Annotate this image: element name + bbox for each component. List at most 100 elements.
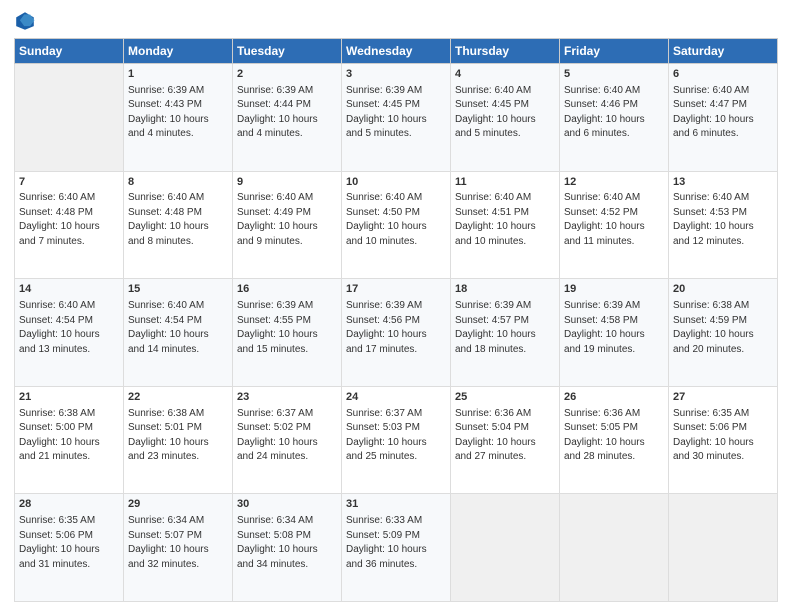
day-info: Sunrise: 6:35 AMSunset: 5:06 PMDaylight:… (19, 515, 100, 570)
day-number: 20 (673, 282, 773, 297)
calendar-page: SundayMondayTuesdayWednesdayThursdayFrid… (0, 0, 792, 612)
day-number: 3 (346, 67, 446, 82)
day-number: 8 (128, 175, 228, 190)
day-info: Sunrise: 6:40 AMSunset: 4:48 PMDaylight:… (19, 192, 100, 247)
day-cell: 26 Sunrise: 6:36 AMSunset: 5:05 PMDayligh… (560, 386, 669, 494)
day-number: 25 (455, 390, 555, 405)
day-cell: 21 Sunrise: 6:38 AMSunset: 5:00 PMDayligh… (15, 386, 124, 494)
calendar-table: SundayMondayTuesdayWednesdayThursdayFrid… (14, 38, 778, 602)
day-cell (669, 494, 778, 602)
col-header-tuesday: Tuesday (233, 39, 342, 64)
col-header-saturday: Saturday (669, 39, 778, 64)
day-cell: 12Sunrise: 6:40 AMSunset: 4:52 PMDayligh… (560, 171, 669, 279)
day-number: 27 (673, 390, 773, 405)
day-cell: 20 Sunrise: 6:38 AMSunset: 4:59 PMDayligh… (669, 279, 778, 387)
day-number: 7 (19, 175, 119, 190)
day-number: 5 (564, 67, 664, 82)
day-info: Sunrise: 6:35 AMSunset: 5:06 PMDaylight:… (673, 408, 754, 463)
day-info: Sunrise: 6:34 AMSunset: 5:08 PMDaylight:… (237, 515, 318, 570)
day-cell: 22Sunrise: 6:38 AMSunset: 5:01 PMDayligh… (124, 386, 233, 494)
day-number: 24 (346, 390, 446, 405)
day-number: 30 (237, 497, 337, 512)
week-row-2: 14Sunrise: 6:40 AMSunset: 4:54 PMDayligh… (15, 279, 778, 387)
day-info: Sunrise: 6:34 AMSunset: 5:07 PMDaylight:… (128, 515, 209, 570)
day-number: 16 (237, 282, 337, 297)
day-cell: 5 Sunrise: 6:40 AMSunset: 4:46 PMDaylight… (560, 64, 669, 172)
day-cell (560, 494, 669, 602)
day-cell (15, 64, 124, 172)
day-info: Sunrise: 6:40 AMSunset: 4:49 PMDaylight:… (237, 192, 318, 247)
day-number: 12 (564, 175, 664, 190)
day-cell: 19 Sunrise: 6:39 AMSunset: 4:58 PMDayligh… (560, 279, 669, 387)
day-cell: 4 Sunrise: 6:40 AMSunset: 4:45 PMDaylight… (451, 64, 560, 172)
day-cell: 2 Sunrise: 6:39 AMSunset: 4:44 PMDaylight… (233, 64, 342, 172)
header (14, 10, 778, 32)
day-cell: 10 Sunrise: 6:40 AMSunset: 4:50 PMDayligh… (342, 171, 451, 279)
day-info: Sunrise: 6:37 AMSunset: 5:03 PMDaylight:… (346, 408, 427, 463)
day-info: Sunrise: 6:38 AMSunset: 5:01 PMDaylight:… (128, 408, 209, 463)
day-cell: 29 Sunrise: 6:34 AMSunset: 5:07 PMDayligh… (124, 494, 233, 602)
day-info: Sunrise: 6:40 AMSunset: 4:53 PMDaylight:… (673, 192, 754, 247)
day-info: Sunrise: 6:39 AMSunset: 4:57 PMDaylight:… (455, 300, 536, 355)
day-info: Sunrise: 6:36 AMSunset: 5:04 PMDaylight:… (455, 408, 536, 463)
day-info: Sunrise: 6:38 AMSunset: 4:59 PMDaylight:… (673, 300, 754, 355)
day-number: 11 (455, 175, 555, 190)
day-number: 4 (455, 67, 555, 82)
day-number: 29 (128, 497, 228, 512)
day-number: 15 (128, 282, 228, 297)
week-row-0: 1 Sunrise: 6:39 AMSunset: 4:43 PMDaylight… (15, 64, 778, 172)
day-info: Sunrise: 6:40 AMSunset: 4:50 PMDaylight:… (346, 192, 427, 247)
day-number: 23 (237, 390, 337, 405)
day-number: 26 (564, 390, 664, 405)
day-number: 13 (673, 175, 773, 190)
day-info: Sunrise: 6:40 AMSunset: 4:48 PMDaylight:… (128, 192, 209, 247)
day-cell: 27 Sunrise: 6:35 AMSunset: 5:06 PMDayligh… (669, 386, 778, 494)
day-info: Sunrise: 6:40 AMSunset: 4:46 PMDaylight:… (564, 85, 645, 140)
day-number: 28 (19, 497, 119, 512)
logo (14, 10, 40, 32)
day-number: 6 (673, 67, 773, 82)
day-info: Sunrise: 6:40 AMSunset: 4:54 PMDaylight:… (128, 300, 209, 355)
day-cell: 30 Sunrise: 6:34 AMSunset: 5:08 PMDayligh… (233, 494, 342, 602)
day-cell: 16 Sunrise: 6:39 AMSunset: 4:55 PMDayligh… (233, 279, 342, 387)
day-number: 1 (128, 67, 228, 82)
day-info: Sunrise: 6:39 AMSunset: 4:44 PMDaylight:… (237, 85, 318, 140)
day-cell (451, 494, 560, 602)
day-info: Sunrise: 6:36 AMSunset: 5:05 PMDaylight:… (564, 408, 645, 463)
day-info: Sunrise: 6:37 AMSunset: 5:02 PMDaylight:… (237, 408, 318, 463)
day-cell: 11Sunrise: 6:40 AMSunset: 4:51 PMDayligh… (451, 171, 560, 279)
day-info: Sunrise: 6:40 AMSunset: 4:54 PMDaylight:… (19, 300, 100, 355)
day-info: Sunrise: 6:39 AMSunset: 4:55 PMDaylight:… (237, 300, 318, 355)
day-info: Sunrise: 6:33 AMSunset: 5:09 PMDaylight:… (346, 515, 427, 570)
logo-icon (14, 10, 36, 32)
day-cell: 15 Sunrise: 6:40 AMSunset: 4:54 PMDayligh… (124, 279, 233, 387)
day-number: 9 (237, 175, 337, 190)
day-number: 19 (564, 282, 664, 297)
day-info: Sunrise: 6:40 AMSunset: 4:47 PMDaylight:… (673, 85, 754, 140)
day-cell: 31Sunrise: 6:33 AMSunset: 5:09 PMDayligh… (342, 494, 451, 602)
week-row-4: 28 Sunrise: 6:35 AMSunset: 5:06 PMDayligh… (15, 494, 778, 602)
day-info: Sunrise: 6:40 AMSunset: 4:45 PMDaylight:… (455, 85, 536, 140)
day-info: Sunrise: 6:39 AMSunset: 4:56 PMDaylight:… (346, 300, 427, 355)
header-row: SundayMondayTuesdayWednesdayThursdayFrid… (15, 39, 778, 64)
day-number: 21 (19, 390, 119, 405)
day-cell: 14Sunrise: 6:40 AMSunset: 4:54 PMDayligh… (15, 279, 124, 387)
col-header-friday: Friday (560, 39, 669, 64)
day-number: 17 (346, 282, 446, 297)
col-header-monday: Monday (124, 39, 233, 64)
day-info: Sunrise: 6:39 AMSunset: 4:45 PMDaylight:… (346, 85, 427, 140)
day-info: Sunrise: 6:38 AMSunset: 5:00 PMDaylight:… (19, 408, 100, 463)
day-cell: 8 Sunrise: 6:40 AMSunset: 4:48 PMDaylight… (124, 171, 233, 279)
day-cell: 9 Sunrise: 6:40 AMSunset: 4:49 PMDaylight… (233, 171, 342, 279)
day-cell: 6 Sunrise: 6:40 AMSunset: 4:47 PMDaylight… (669, 64, 778, 172)
day-info: Sunrise: 6:39 AMSunset: 4:58 PMDaylight:… (564, 300, 645, 355)
day-cell: 23 Sunrise: 6:37 AMSunset: 5:02 PMDayligh… (233, 386, 342, 494)
day-number: 2 (237, 67, 337, 82)
col-header-sunday: Sunday (15, 39, 124, 64)
day-info: Sunrise: 6:39 AMSunset: 4:43 PMDaylight:… (128, 85, 209, 140)
day-cell: 13 Sunrise: 6:40 AMSunset: 4:53 PMDayligh… (669, 171, 778, 279)
day-cell: 28 Sunrise: 6:35 AMSunset: 5:06 PMDayligh… (15, 494, 124, 602)
day-number: 10 (346, 175, 446, 190)
day-number: 18 (455, 282, 555, 297)
day-cell: 18 Sunrise: 6:39 AMSunset: 4:57 PMDayligh… (451, 279, 560, 387)
